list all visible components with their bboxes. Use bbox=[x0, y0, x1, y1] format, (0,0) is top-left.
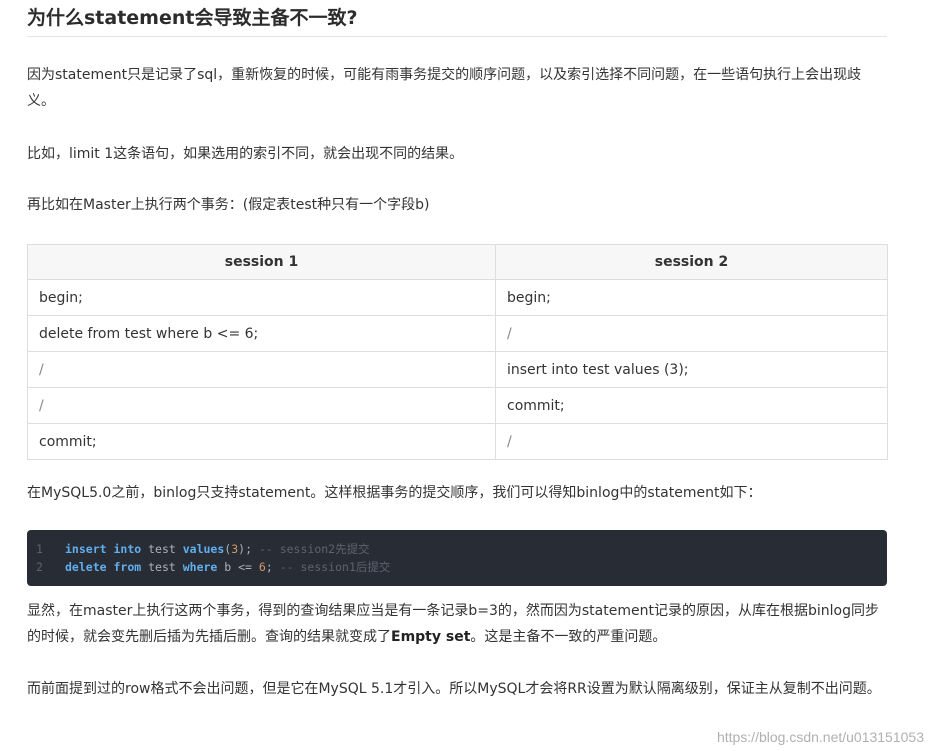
article-body: 为什么statement会导致主备不一致? 因为statement只是记录了sq… bbox=[27, 0, 888, 697]
paragraph-binlog-statement: 在MySQL5.0之前，binlog只支持statement。这样根据事务的提交… bbox=[27, 485, 762, 501]
table-header-session-1: session 1 bbox=[27, 244, 496, 280]
code-token: insert bbox=[65, 542, 107, 556]
code-token: into bbox=[113, 542, 142, 556]
table-cell: / bbox=[27, 351, 496, 388]
section-heading: 为什么statement会导致主备不一致? bbox=[27, 0, 887, 37]
table-cell: / bbox=[27, 387, 496, 424]
watermark: https://blog.csdn.net/u013151053 bbox=[716, 729, 924, 745]
code-token: delete bbox=[65, 560, 107, 574]
code-token: ; bbox=[265, 560, 280, 574]
table-header-session-2: session 2 bbox=[495, 244, 888, 280]
code-block[interactable]: 1 insert into test values(3); -- session2… bbox=[27, 530, 887, 586]
code-line-number: 1 bbox=[36, 542, 43, 556]
table-row: / commit; bbox=[27, 387, 888, 424]
table-row: commit; / bbox=[27, 423, 888, 460]
code-token: b <= bbox=[217, 560, 259, 574]
table-cell: insert into test values (3); bbox=[495, 351, 888, 388]
session-table: session 1 session 2 begin; begin; delete… bbox=[27, 244, 888, 460]
table-header-row: session 1 session 2 bbox=[27, 244, 888, 280]
code-line-number: 2 bbox=[36, 560, 43, 574]
explanation-bold-empty-set: Empty set bbox=[391, 629, 471, 645]
table-row: / insert into test values (3); bbox=[27, 351, 888, 388]
table-cell: / bbox=[495, 315, 888, 352]
code-token: -- session1后提交 bbox=[279, 560, 391, 574]
table-cell: delete from test where b <= 6; bbox=[27, 315, 496, 352]
paragraph-explanation: 显然，在master上执行这两个事务，得到的查询结果应当是有一条记录b=3的，然… bbox=[27, 598, 887, 650]
paragraph-conclusion: 而前面提到过的row格式不会出问题，但是它在MySQL 5.1才引入。所以MyS… bbox=[27, 681, 881, 697]
code-token: -- session2先提交 bbox=[258, 542, 370, 556]
table-row: begin; begin; bbox=[27, 279, 888, 316]
table-row: delete from test where b <= 6; / bbox=[27, 315, 888, 352]
paragraph-master-example: 再比如在Master上执行两个事务：(假定表test种只有一个字段b) bbox=[27, 197, 430, 213]
code-line: 2 delete from test where b <= 6; -- sessi… bbox=[27, 558, 390, 576]
explanation-text-after: 。这是主备不一致的严重问题。 bbox=[470, 629, 667, 645]
code-token: from bbox=[113, 560, 142, 574]
table-cell: commit; bbox=[27, 423, 496, 460]
table-cell: begin; bbox=[495, 279, 888, 316]
code-token: where bbox=[182, 560, 218, 574]
code-token: ); bbox=[238, 542, 259, 556]
code-token: test bbox=[141, 560, 183, 574]
table-cell: / bbox=[495, 423, 888, 460]
table-cell: commit; bbox=[495, 387, 888, 424]
code-token: values bbox=[182, 542, 225, 556]
table-cell: begin; bbox=[27, 279, 496, 316]
code-line: 1 insert into test values(3); -- session2… bbox=[27, 540, 370, 558]
paragraph-intro: 因为statement只是记录了sql，重新恢复的时候，可能有雨事务提交的顺序问… bbox=[27, 67, 862, 109]
code-token: test bbox=[141, 542, 183, 556]
code-token: 6 bbox=[258, 560, 266, 574]
paragraph-limit-example: 比如，limit 1这条语句，如果选用的索引不同，就会出现不同的结果。 bbox=[27, 146, 464, 162]
